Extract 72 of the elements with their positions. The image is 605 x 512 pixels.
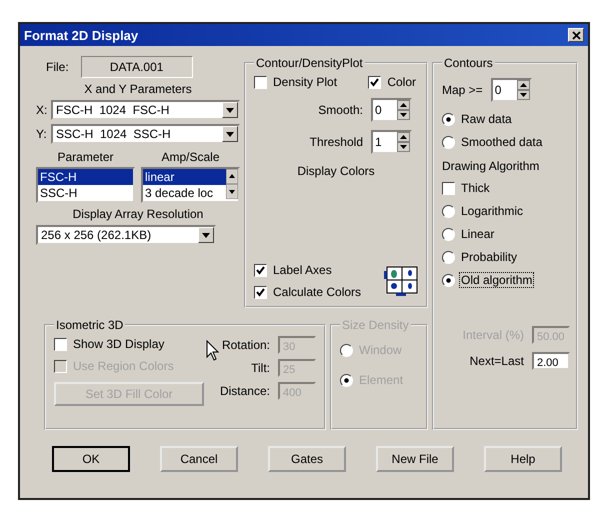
group-title: Isometric 3D — [55, 318, 124, 332]
option-label: Smoothed data — [460, 134, 544, 150]
field-label: Threshold — [310, 135, 363, 149]
quadrant-plot-icon — [384, 266, 418, 296]
checkbox[interactable] — [442, 182, 455, 194]
option-label: Color — [386, 74, 417, 90]
field-label: Smooth: — [318, 103, 363, 117]
dropdown-arrow-icon — [202, 232, 210, 238]
checkmark-icon — [256, 266, 265, 274]
checkbox[interactable] — [368, 76, 382, 88]
dropdown-arrow-icon — [226, 108, 234, 112]
list-item[interactable]: linear — [143, 169, 226, 185]
checkbox[interactable] — [254, 286, 267, 298]
column-heading: Amp/Scale — [161, 150, 220, 164]
dialog-button[interactable]: New File — [376, 446, 454, 472]
dialog-button[interactable]: Gates — [268, 446, 346, 472]
radio-button[interactable] — [442, 204, 455, 218]
section-heading: X and Y Parameters — [84, 82, 192, 96]
dropdown-arrow-icon — [226, 132, 234, 136]
dialog-button[interactable]: Help — [484, 446, 562, 472]
section-heading: Display Colors — [297, 164, 375, 178]
list-item[interactable]: FSC-H — [38, 169, 133, 185]
option-label: Label Axes — [272, 262, 333, 278]
field-label: X: — [36, 103, 48, 117]
checkmark-icon — [256, 288, 265, 296]
option-label: Density Plot — [272, 74, 338, 90]
option-label: Probability — [460, 249, 518, 265]
option-label: Calculate Colors — [272, 284, 362, 300]
option-label: Thick — [460, 180, 491, 196]
radio-button[interactable] — [442, 228, 455, 240]
radio-button[interactable] — [442, 112, 455, 126]
close-icon — [572, 30, 580, 40]
spin-box[interactable]: 1 — [371, 130, 412, 154]
field-label: Distance: — [220, 384, 270, 398]
dialog-button[interactable]: Cancel — [160, 446, 238, 472]
window-title: Format 2D Display — [24, 28, 138, 42]
field-label: Next=Last — [470, 354, 524, 368]
checkmark-icon — [370, 78, 380, 86]
section-heading: Display Array Resolution — [72, 207, 204, 221]
field-label: Tilt: — [251, 361, 270, 375]
checkbox[interactable] — [254, 76, 267, 88]
list-item[interactable]: SSC-H — [38, 185, 133, 201]
file-name-field: DATA.001 — [80, 56, 193, 78]
option-label: Logarithmic — [460, 203, 524, 219]
close-button[interactable] — [568, 28, 584, 42]
option-label: Show 3D Display — [72, 336, 166, 352]
section-heading: Drawing Algorithm — [442, 159, 540, 173]
radio-button[interactable] — [442, 136, 455, 148]
field-label: Rotation: — [222, 338, 270, 352]
group-title: Contour/DensityPlot — [255, 56, 364, 70]
field-label: Map >= — [442, 83, 483, 97]
field-label: File: — [46, 60, 69, 74]
scroll-bar[interactable] — [226, 169, 238, 201]
spin-box[interactable]: 0 — [490, 78, 532, 102]
mouse-pointer-icon — [206, 340, 220, 362]
resolution-dropdown[interactable]: 256 x 256 (262.1KB) — [36, 225, 216, 245]
checkbox[interactable] — [254, 264, 267, 276]
spin-box[interactable]: 0 — [371, 98, 412, 122]
field-label: Y: — [36, 127, 48, 141]
dialog-button[interactable]: OK — [52, 446, 130, 472]
radio-button[interactable] — [442, 274, 455, 286]
option-label: Linear — [460, 226, 496, 242]
parameter-dropdown[interactable]: FSC-H 1024 FSC-H — [51, 100, 240, 120]
list-item[interactable]: 3 decade loc — [143, 185, 226, 201]
option-label: Raw data — [460, 111, 513, 127]
radio-button[interactable] — [442, 250, 455, 264]
checkbox[interactable] — [54, 338, 67, 350]
option-label: Old algorithm — [459, 272, 534, 288]
column-heading: Parameter — [57, 150, 114, 164]
parameter-dropdown[interactable]: SSC-H 1024 SSC-H — [51, 124, 240, 144]
input-field[interactable]: 2.00 — [532, 352, 570, 370]
group-title: Contours — [443, 56, 494, 70]
